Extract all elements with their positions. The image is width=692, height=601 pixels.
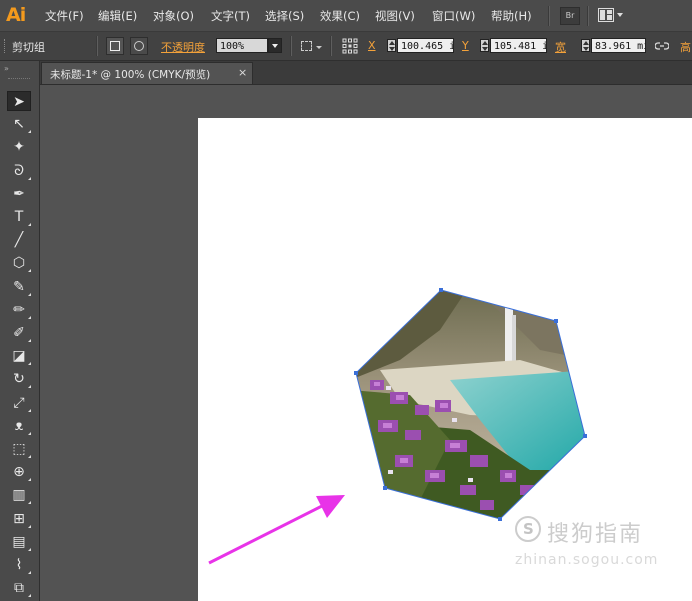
canvas-overlay	[208, 288, 587, 565]
annotation-arrow-icon	[208, 495, 345, 565]
sogou-logo-icon: S	[515, 516, 541, 542]
watermark-url: zhinan.sogou.com	[515, 552, 659, 568]
watermark: S 搜狗指南 zhinan.sogou.com	[515, 514, 675, 568]
watermark-text: 搜狗指南	[547, 522, 644, 547]
